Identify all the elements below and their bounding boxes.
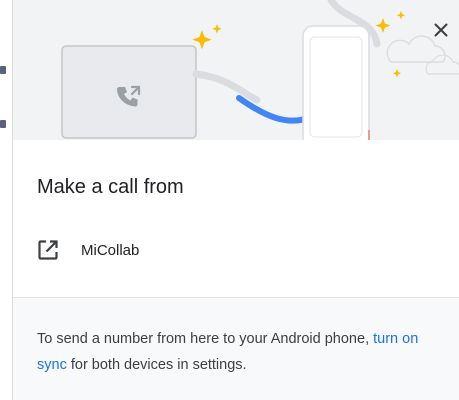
header-illustration [13, 0, 459, 140]
sparkle-icon [396, 11, 406, 20]
app-option-micollab[interactable]: MiCollab [35, 232, 435, 268]
sparkle-icon [192, 30, 212, 50]
sparkle-icon [375, 18, 391, 33]
background-page-edge [0, 0, 12, 400]
laptop-screen [61, 45, 197, 139]
open-in-new-icon [35, 237, 61, 263]
app-option-label: MiCollab [81, 241, 140, 259]
illustration-art [61, 0, 459, 140]
dialog-title: Make a call from [37, 176, 184, 198]
close-button[interactable] [429, 18, 453, 42]
background-mark [0, 66, 6, 74]
sparkle-icon [212, 24, 222, 34]
close-icon [434, 23, 448, 37]
cable [192, 70, 261, 104]
footer-text: To send a number from here to your Andro… [37, 326, 447, 378]
footer-text-before: To send a number from here to your Andro… [37, 331, 374, 347]
click-to-call-dialog: Make a call from MiCollab To send a numb… [12, 0, 459, 400]
phone-screen [309, 36, 363, 138]
cloud-shape [425, 54, 459, 75]
footer-text-after: for both devices in settings. [66, 357, 247, 373]
background-mark [0, 120, 6, 128]
sparkle-icon [392, 69, 402, 78]
sync-footer: To send a number from here to your Andro… [13, 298, 459, 400]
